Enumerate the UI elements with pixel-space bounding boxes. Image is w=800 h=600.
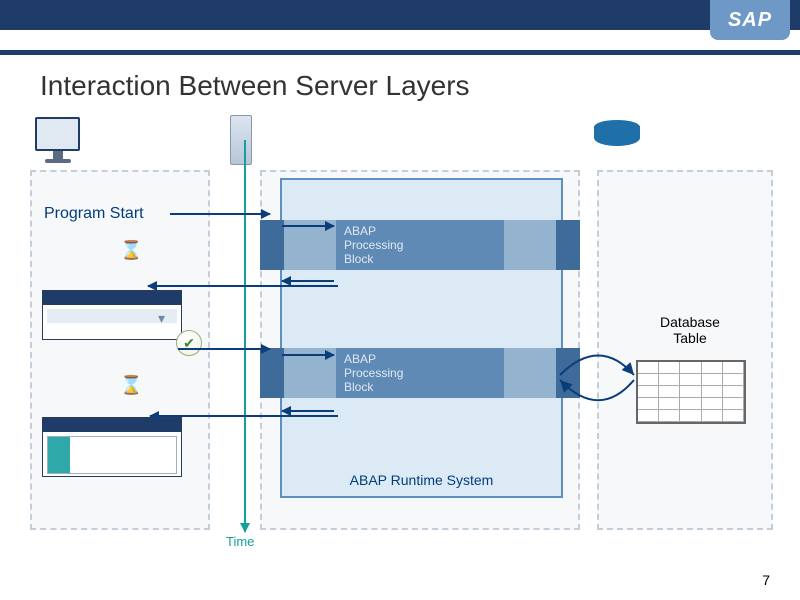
block-label: Processing <box>344 238 496 252</box>
arrow-dispatch-in-1 <box>282 225 334 227</box>
header-divider <box>0 50 800 55</box>
block-label: ABAP <box>344 352 496 366</box>
database-layer-column <box>597 170 773 530</box>
arrow-return-2 <box>150 415 338 417</box>
sap-logo: SAP <box>710 0 790 40</box>
arrow-return-1 <box>148 285 338 287</box>
filter-icon: ▾ <box>158 310 165 327</box>
arrow-dispatch-out-1 <box>282 280 334 282</box>
client-screen-two <box>42 417 182 477</box>
block-label: ABAP <box>344 224 496 238</box>
server-tower-icon <box>230 115 252 165</box>
program-start-label: Program Start <box>44 205 144 223</box>
monitor-icon <box>35 117 80 165</box>
time-axis-label: Time <box>226 534 254 549</box>
time-axis <box>244 140 246 532</box>
arrow-dispatch-in-2 <box>282 354 334 356</box>
arrow-user-action <box>178 348 270 350</box>
header-bar <box>0 0 800 30</box>
database-cylinder-icon <box>594 120 640 150</box>
arrow-database-access <box>556 355 636 405</box>
slide-title: Interaction Between Server Layers <box>40 70 470 102</box>
block-label: Processing <box>344 366 496 380</box>
go-action-icon: ✔ <box>176 330 202 356</box>
block-label: Block <box>344 380 496 394</box>
database-table-label: Database Table <box>640 314 740 346</box>
block-label: Block <box>344 252 496 266</box>
abap-runtime-caption: ABAP Runtime System <box>282 472 561 488</box>
database-table-grid <box>636 360 746 424</box>
arrow-dispatch-out-2 <box>282 410 334 412</box>
arrow-program-start <box>170 213 270 215</box>
page-number: 7 <box>762 572 770 588</box>
abap-processing-block-1: ABAP Processing Block <box>260 220 580 270</box>
hourglass-icon <box>120 240 134 258</box>
hourglass-icon <box>120 375 134 393</box>
